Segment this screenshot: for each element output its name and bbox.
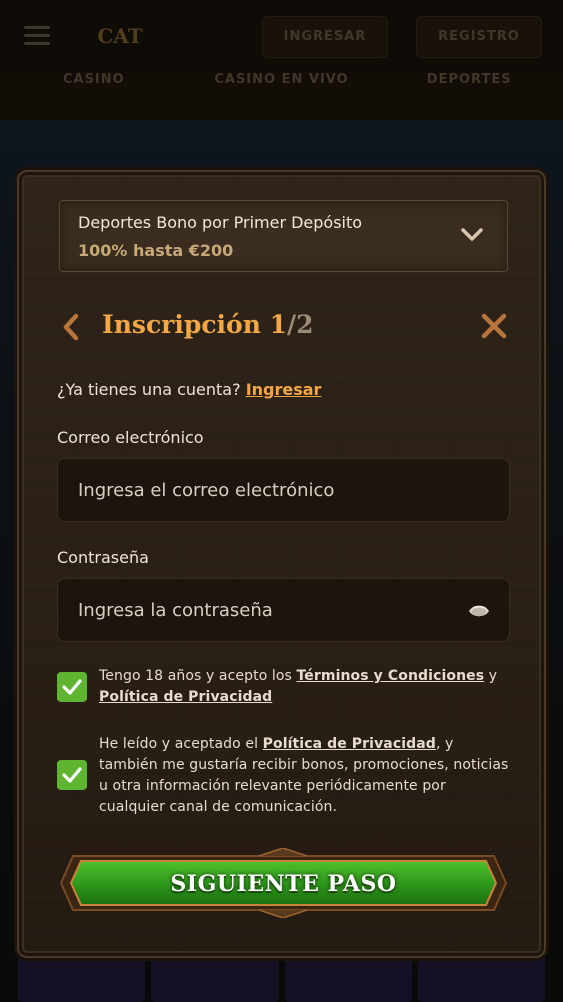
background-game-tile (18, 955, 146, 1002)
eye-icon[interactable] (467, 599, 491, 623)
background-nav-live-casino: CASINO EN VIVO (214, 72, 349, 87)
close-icon[interactable] (480, 312, 508, 340)
background-game-tile (284, 955, 412, 1002)
step-current: 1 (269, 310, 288, 339)
password-label: Contraseña (57, 548, 149, 567)
background-game-tiles (0, 955, 563, 1002)
email-field-wrapper (57, 458, 510, 522)
chevron-left-icon[interactable] (59, 312, 83, 342)
hamburger-menu-icon (24, 26, 50, 46)
account-prompt-text: ¿Ya tienes una cuenta? (57, 380, 241, 399)
next-step-button[interactable]: SIGUIENTE PASO (81, 862, 486, 906)
background-nav: CASINO CASINO EN VIVO DEPORTES (0, 72, 563, 120)
background-game-tile (151, 955, 279, 1002)
marketing-consent-text: He leído y aceptado el Política de Priva… (99, 734, 510, 818)
page-title: Inscripción 1/2 (102, 310, 314, 339)
background-nav-sports: DEPORTES (426, 72, 512, 87)
terms-text-mid: y (484, 668, 498, 684)
terms-checkbox[interactable] (57, 672, 87, 702)
password-field-wrapper (57, 578, 510, 642)
background-header: CAT INGRESAR REGISTRO (0, 0, 563, 72)
step-separator: / (287, 310, 297, 339)
modal-header: Inscripción 1/2 (59, 306, 508, 350)
step-total: 2 (296, 310, 314, 339)
checkmark-icon (62, 679, 82, 695)
next-step-button-wrapper: SIGUIENTE PASO (59, 848, 508, 918)
background-register-button: REGISTRO (416, 16, 542, 58)
bonus-title: Deportes Bono por Primer Depósito (78, 213, 363, 232)
chevron-down-icon[interactable] (461, 227, 483, 243)
bonus-selector[interactable]: Deportes Bono por Primer Depósito 100% h… (59, 200, 508, 272)
background-login-button: INGRESAR (262, 16, 388, 58)
registration-modal: Deportes Bono por Primer Depósito 100% h… (17, 170, 546, 958)
terms-link[interactable]: Términos y Condiciones (297, 668, 485, 684)
login-link[interactable]: Ingresar (246, 380, 322, 399)
marketing-text-before: He leído y aceptado el (99, 736, 263, 752)
site-logo: CAT (97, 24, 143, 48)
privacy-link[interactable]: Política de Privacidad (99, 689, 272, 705)
title-text: Inscripción (102, 310, 261, 339)
background-game-tile (417, 955, 545, 1002)
checkmark-icon (62, 767, 82, 783)
password-field[interactable] (58, 579, 509, 641)
terms-consent-text: Tengo 18 años y acepto los Términos y Co… (99, 666, 510, 708)
marketing-privacy-link[interactable]: Política de Privacidad (263, 736, 436, 752)
terms-text-before: Tengo 18 años y acepto los (99, 668, 297, 684)
email-label: Correo electrónico (57, 428, 204, 447)
background-nav-casino: CASINO (62, 72, 125, 87)
account-prompt: ¿Ya tienes una cuenta? Ingresar (57, 380, 321, 399)
marketing-checkbox[interactable] (57, 760, 87, 790)
bonus-subtitle: 100% hasta €200 (78, 241, 234, 260)
email-field[interactable] (58, 459, 509, 521)
